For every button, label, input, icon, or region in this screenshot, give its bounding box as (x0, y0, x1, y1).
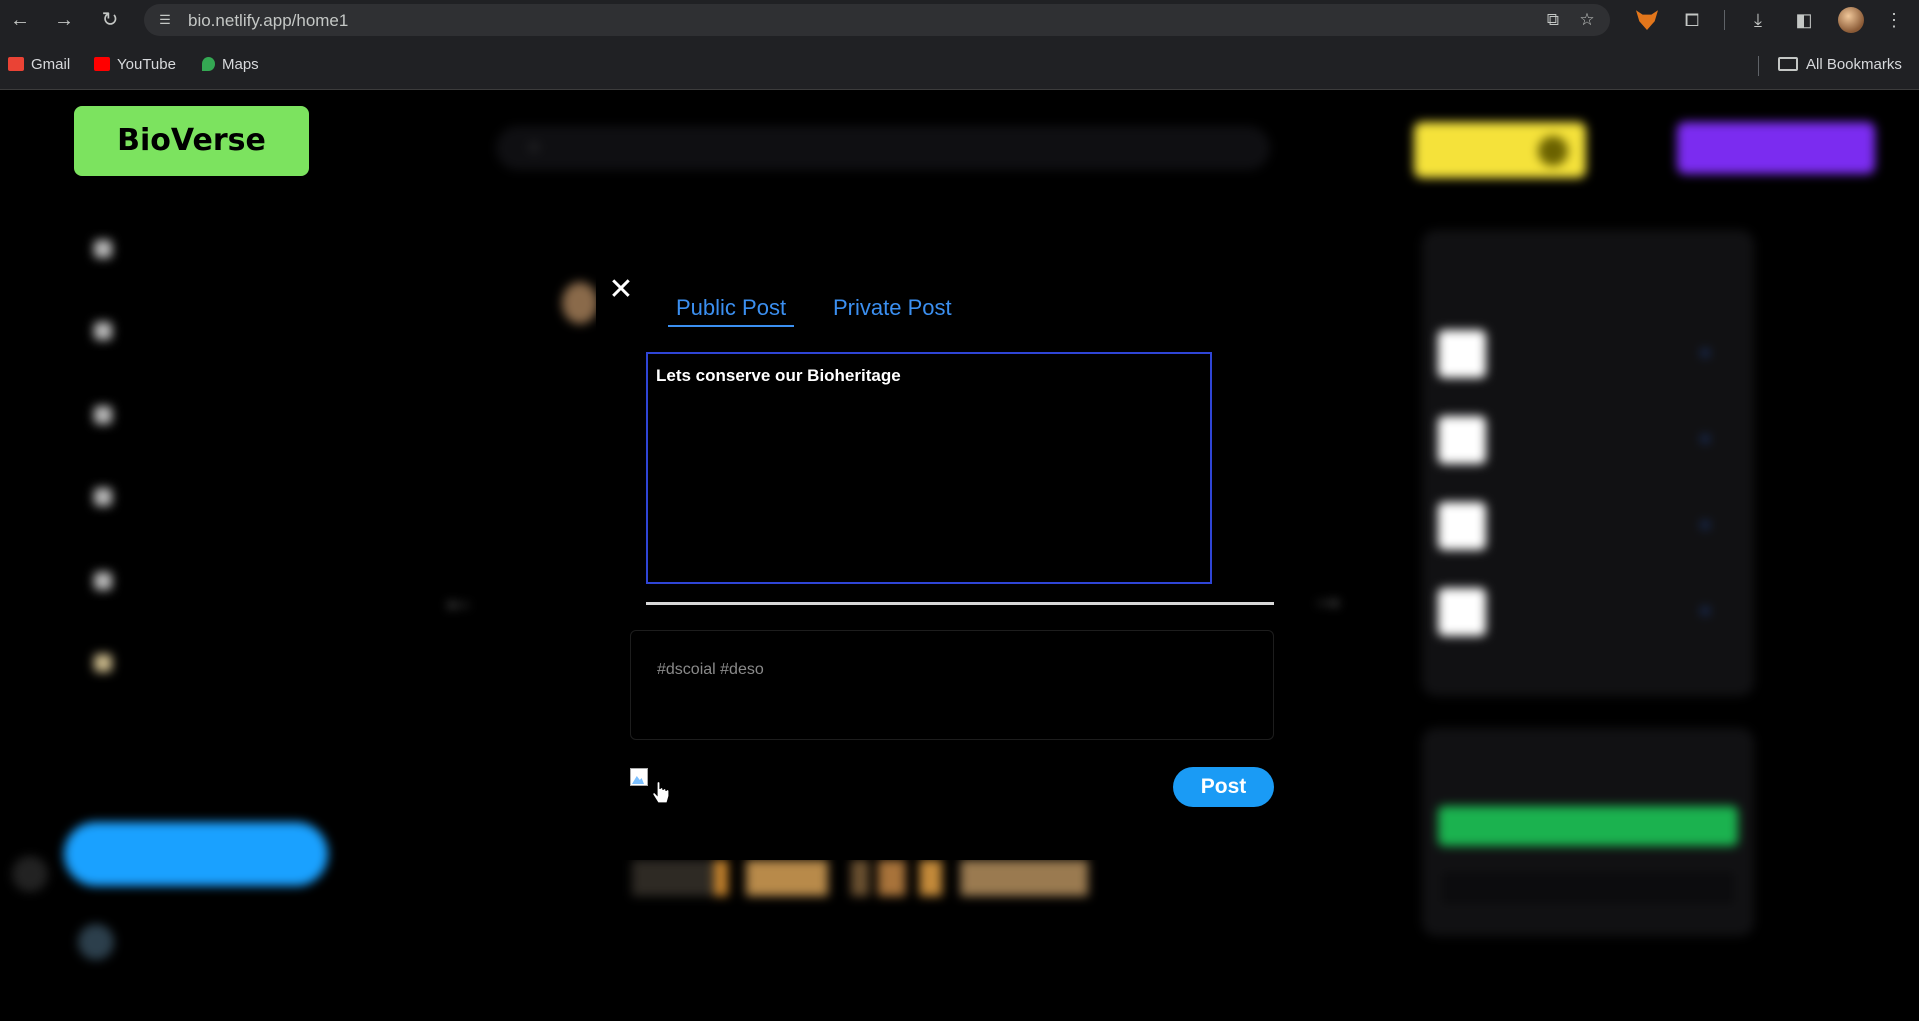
sidebar-item-home (94, 238, 126, 266)
active-tab-indicator (668, 325, 794, 327)
profile-avatar[interactable] (1838, 7, 1864, 33)
bounty-progress (1438, 806, 1738, 846)
tab-public-post[interactable]: Public Post (676, 295, 786, 321)
community-icon (94, 488, 112, 506)
divider (646, 602, 1274, 605)
reload-icon[interactable]: ↻ (98, 8, 122, 32)
hand-cursor-icon (652, 782, 670, 804)
bookmark-maps[interactable]: Maps (202, 56, 259, 74)
image-upload-icon[interactable] (630, 768, 650, 788)
p2p-icon (94, 654, 112, 672)
tab-private-post[interactable]: Private Post (833, 295, 952, 321)
bounty-card (1422, 728, 1754, 936)
user-avatar (1438, 330, 1486, 378)
post-button[interactable]: Post (1173, 767, 1274, 807)
add-user-icon: + (1700, 601, 1711, 621)
extensions-puzzle-icon[interactable]: ⧠ (1680, 8, 1704, 32)
feed-avatar (562, 282, 598, 324)
back-icon[interactable]: ← (8, 8, 32, 32)
bookmarks-divider (1758, 56, 1759, 76)
metamask-extension-icon[interactable] (1636, 10, 1658, 30)
forward-icon[interactable]: → (52, 8, 76, 32)
sidebar-item-p2p (94, 652, 126, 680)
add-user-icon: + (1700, 515, 1711, 535)
sidebar-item-crowdfunding (94, 570, 126, 598)
sidebar-item-messages (94, 404, 126, 432)
feed-image-strip (632, 860, 1088, 896)
hashtag-input[interactable] (630, 630, 1274, 740)
browser-toolbar: ← → ↻ ☰ bio.netlify.app/home1 ⧉ ☆ ⧠ ⤓ ◧ … (0, 0, 1919, 40)
theme-toggle (12, 856, 48, 892)
bookmark-gmail[interactable]: Gmail (8, 56, 70, 74)
youtube-icon (94, 57, 110, 71)
site-settings-icon[interactable]: ☰ (156, 11, 174, 29)
logout-button (1677, 122, 1875, 174)
home-icon (94, 240, 112, 258)
gmail-icon (8, 57, 24, 71)
crowdfunding-icon (94, 572, 112, 590)
sidebar-item-communities (94, 486, 126, 514)
close-icon[interactable]: ✕ (608, 275, 634, 305)
user-avatar (1438, 502, 1486, 550)
search-bar: ○ (496, 126, 1270, 170)
address-bar[interactable]: ☰ bio.netlify.app/home1 ⧉ ☆ (144, 4, 1610, 36)
carousel-prev-icon: ← (440, 578, 476, 619)
sidebar-post-button (64, 822, 328, 886)
download-icon[interactable]: ⤓ (1746, 8, 1770, 32)
kebab-menu-icon[interactable]: ⋮ (1882, 8, 1906, 32)
search-icon: ○ (528, 136, 541, 158)
user-avatar (1438, 588, 1486, 636)
toolbar-divider (1724, 10, 1725, 30)
bookmark-youtube[interactable]: YouTube (94, 56, 176, 74)
create-post-modal: ✕ Public Post Private Post Lets conserve… (596, 262, 1290, 860)
post-content-input[interactable]: Lets conserve our Bioheritage (646, 352, 1212, 584)
folder-icon (1778, 57, 1798, 71)
side-panel-icon[interactable]: ◧ (1792, 8, 1816, 32)
add-user-icon: + (1700, 343, 1711, 363)
add-user-icon: + (1700, 429, 1711, 449)
app-logo[interactable]: BioVerse (74, 106, 309, 176)
suggested-user: + (1438, 588, 1738, 638)
url-text: bio.netlify.app/home1 (188, 11, 349, 30)
sidebar-item-notifications (94, 320, 126, 348)
user-avatar (1438, 416, 1486, 464)
suggested-user: + (1438, 502, 1738, 552)
message-icon (94, 406, 112, 424)
carousel-next-icon: → (1310, 576, 1346, 617)
maps-icon (202, 57, 215, 71)
bookmark-star-icon[interactable]: ☆ (1576, 10, 1598, 30)
all-bookmarks[interactable]: All Bookmarks (1778, 56, 1902, 74)
bookmarks-bar: Gmail YouTube Maps All Bookmarks (0, 40, 1919, 90)
install-app-icon[interactable]: ⧉ (1542, 10, 1564, 30)
linkup-card: + + + + (1422, 230, 1754, 696)
bell-icon (94, 322, 112, 340)
user-avatar (78, 924, 114, 960)
suggested-user: + (1438, 416, 1738, 466)
tokens-button (1414, 122, 1586, 178)
bounty-progress (1438, 868, 1738, 908)
coin-icon (1538, 136, 1568, 166)
suggested-user: + (1438, 330, 1738, 380)
